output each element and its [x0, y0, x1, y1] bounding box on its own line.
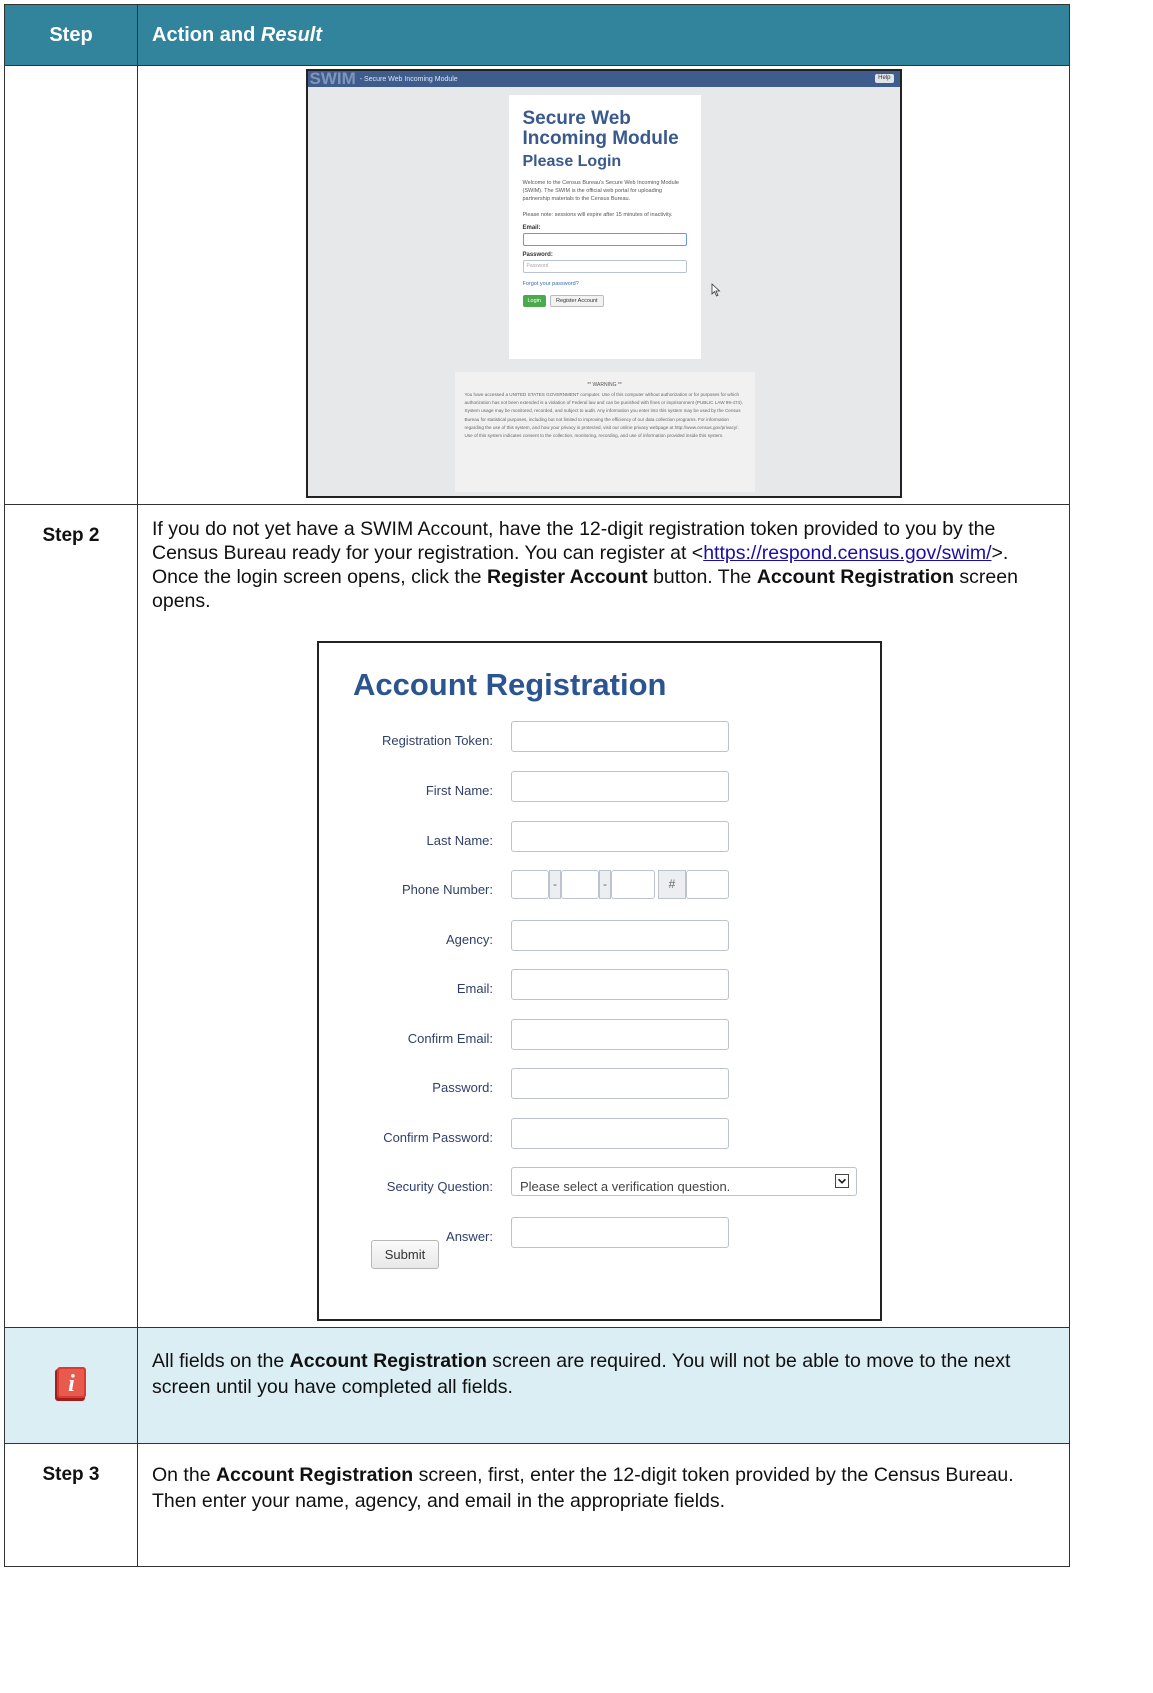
email-label: Email:	[522, 225, 541, 231]
mouse-cursor-icon	[711, 283, 721, 297]
security-question-label: Security Question:	[386, 1179, 493, 1194]
phone-extension-input[interactable]	[686, 870, 729, 899]
row-first-name: First Name:	[319, 771, 879, 803]
registration-token-input[interactable]	[511, 721, 729, 752]
password-label: Password:	[432, 1080, 493, 1095]
security-question-select[interactable]: Please select a verification question.	[511, 1167, 857, 1196]
register-account-button[interactable]: Register Account	[549, 295, 604, 307]
phone-dash-2: -	[599, 870, 611, 899]
account-registration-screenshot: Account Registration Registration Token:…	[317, 641, 882, 1321]
last-name-label: Last Name:	[426, 833, 493, 848]
row-phone-number: Phone Number: - - #	[319, 870, 879, 902]
phone-number-label: Phone Number:	[401, 882, 493, 897]
phone-area-code-input[interactable]	[511, 870, 549, 899]
note-icon-cell: i	[4, 1327, 138, 1444]
phone-prefix-input[interactable]	[561, 870, 599, 899]
answer-label: Answer:	[446, 1229, 493, 1244]
step-3-text: On the Account Registration screen, firs…	[137, 1443, 1070, 1567]
info-icon: i	[55, 1367, 86, 1401]
login-screenshot-cell: SWIM - Secure Web Incoming Module Help S…	[137, 65, 1070, 505]
svg-text:i: i	[68, 1371, 75, 1397]
first-name-input[interactable]	[511, 771, 729, 802]
session-note: Please note: sessions will expire after …	[522, 212, 673, 218]
email-input[interactable]	[511, 969, 729, 1000]
login-card: Secure Web Incoming Module Please Login W…	[508, 95, 701, 359]
password-label: Password:	[522, 252, 553, 258]
confirm-password-label: Confirm Password:	[383, 1130, 493, 1145]
password-field[interactable]: Password	[522, 260, 687, 273]
first-name-label: First Name:	[425, 783, 493, 798]
chevron-down-icon	[835, 1174, 849, 1188]
empty-step-cell	[4, 65, 138, 505]
header-action-text: Action and	[152, 23, 261, 46]
login-subtitle: Please Login	[522, 153, 622, 170]
swim-login-screenshot: SWIM - Secure Web Incoming Module Help S…	[305, 69, 902, 498]
confirm-email-label: Confirm Email:	[407, 1031, 493, 1046]
registration-token-label: Registration Token:	[381, 733, 493, 748]
header-result-text: Result	[260, 23, 323, 46]
step-2-label: Step 2	[4, 504, 138, 1328]
login-buttons: Login Register Account	[522, 295, 687, 307]
agency-input[interactable]	[511, 920, 729, 951]
swim-logo: SWIM	[309, 69, 356, 88]
header-action: Action and Result	[137, 4, 1070, 66]
registration-title: Account Registration	[353, 667, 667, 702]
password-input[interactable]	[511, 1068, 729, 1099]
warning-card: ** WARNING ** You have accessed a UNITED…	[454, 372, 755, 492]
row-password: Password:	[319, 1068, 879, 1100]
note-text: All fields on the Account Registration s…	[137, 1327, 1070, 1444]
swim-top-bar: SWIM - Secure Web Incoming Module Help	[307, 69, 900, 88]
agency-label: Agency:	[446, 932, 493, 947]
step-2-action: If you do not yet have a SWIM Account, h…	[137, 504, 1070, 1328]
phone-line-input[interactable]	[611, 870, 655, 899]
row-email: Email:	[319, 969, 879, 1001]
forgot-password-link[interactable]: Forgot your password?	[523, 281, 687, 287]
row-confirm-password: Confirm Password:	[319, 1118, 879, 1150]
confirm-email-input[interactable]	[511, 1019, 729, 1050]
security-question-value: Please select a verification question.	[520, 1179, 731, 1194]
email-field[interactable]	[522, 233, 687, 246]
row-security-question: Security Question: Please select a verif…	[319, 1167, 879, 1199]
warning-text: You have accessed a UNITED STATES GOVERN…	[464, 392, 743, 439]
row-registration-token: Registration Token:	[319, 721, 879, 753]
help-button[interactable]: Help	[875, 74, 894, 83]
swim-bar-title: - Secure Web Incoming Module	[359, 75, 458, 83]
table-header-row: Step Action and Result	[4, 4, 1070, 66]
email-label: Email:	[456, 981, 493, 996]
confirm-password-input[interactable]	[511, 1118, 729, 1149]
step-2-text: If you do not yet have a SWIM Account, h…	[152, 518, 1018, 612]
welcome-text: Welcome to the Census Bureau's Secure We…	[522, 180, 679, 202]
submit-button[interactable]: Submit	[371, 1240, 439, 1269]
step-3-label: Step 3	[4, 1443, 138, 1567]
phone-dash-1: -	[549, 870, 561, 899]
instruction-table: Step Action and Result SWIM - Secure Web…	[4, 4, 1070, 1567]
answer-input[interactable]	[511, 1217, 729, 1248]
login-button[interactable]: Login	[522, 295, 546, 307]
screenshot-row-login: SWIM - Secure Web Incoming Module Help S…	[4, 65, 1070, 505]
row-confirm-email: Confirm Email:	[319, 1019, 879, 1051]
step-2-row: Step 2 If you do not yet have a SWIM Acc…	[4, 504, 1070, 1328]
note-row: i All fields on the Account Registration…	[4, 1327, 1070, 1444]
step-3-row: Step 3 On the Account Registration scree…	[4, 1443, 1070, 1567]
phone-ext-symbol: #	[658, 870, 686, 899]
row-last-name: Last Name:	[319, 821, 879, 853]
login-title: Secure Web Incoming Module	[522, 108, 679, 149]
header-step: Step	[4, 4, 138, 66]
last-name-input[interactable]	[511, 821, 729, 852]
warning-title: ** WARNING **	[587, 382, 622, 388]
row-agency: Agency:	[319, 920, 879, 952]
swim-url-link[interactable]: https://respond.census.gov/swim/	[703, 542, 991, 564]
